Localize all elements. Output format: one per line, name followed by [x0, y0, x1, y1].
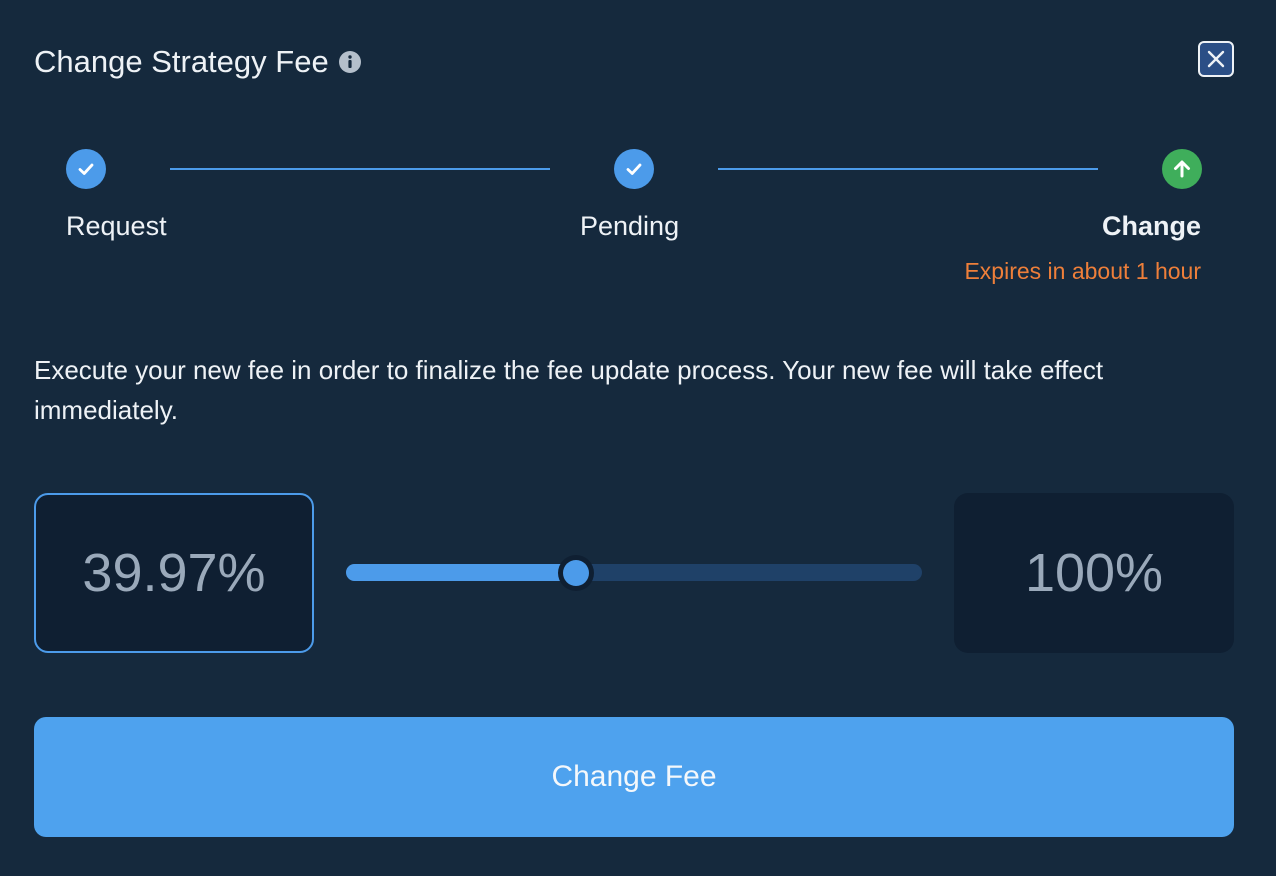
step-connector-2: [718, 168, 1098, 170]
close-icon: [1207, 50, 1225, 68]
fee-slider[interactable]: [346, 559, 922, 586]
dialog-header: Change Strategy Fee: [34, 40, 361, 84]
instructions-text: Execute your new fee in order to finaliz…: [34, 355, 1104, 425]
dialog-title: Change Strategy Fee: [34, 44, 329, 79]
step-change-arrow-up-icon: [1162, 149, 1202, 189]
step-label-pending: Pending: [580, 211, 680, 241]
step-request-check-icon: [66, 149, 106, 189]
expiry-notice: Expires in about 1 hour: [964, 258, 1201, 284]
close-button[interactable]: [1198, 41, 1234, 77]
step-label-change: Change: [1101, 211, 1201, 241]
slider-track-fill: [346, 564, 577, 581]
info-circle-icon[interactable]: [338, 51, 361, 73]
change-strategy-fee-dialog: Change Strategy Fee Request Pending Chan…: [0, 0, 1276, 876]
step-connector-1: [170, 168, 550, 170]
max-fee-value: 100%: [954, 493, 1234, 653]
step-label-request: Request: [66, 211, 167, 241]
change-fee-button[interactable]: Change Fee: [34, 717, 1234, 837]
step-pending-check-icon: [614, 149, 654, 189]
slider-thumb[interactable]: [563, 559, 590, 586]
fee-value-input[interactable]: 39.97%: [34, 493, 314, 653]
